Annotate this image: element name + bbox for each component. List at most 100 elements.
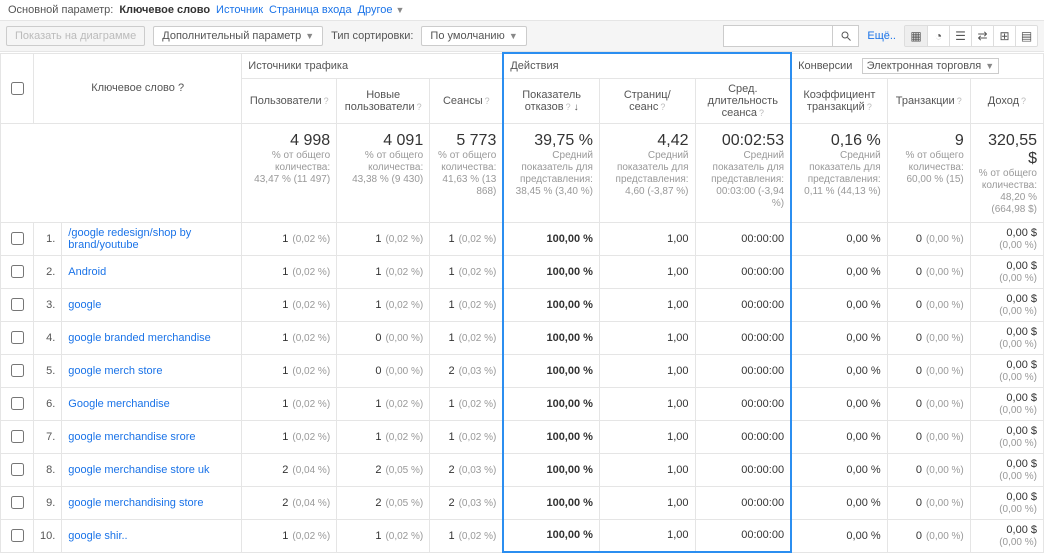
col-revenue[interactable]: Доход? xyxy=(970,78,1043,123)
row-checkbox[interactable] xyxy=(11,529,24,542)
keyword-cell: google shir.. xyxy=(62,519,242,552)
col-trans[interactable]: Транзакции? xyxy=(887,78,970,123)
cell-sessions: 2(0,03 %) xyxy=(430,354,504,387)
keyword-cell: Google merchandise xyxy=(62,387,242,420)
col-new-users[interactable]: Новые пользователи? xyxy=(337,78,430,123)
table-row: 3.google1(0,02 %)1(0,02 %)1(0,02 %)100,0… xyxy=(1,288,1044,321)
row-checkbox-cell xyxy=(1,354,34,387)
cell-users: 1(0,02 %) xyxy=(242,255,337,288)
row-checkbox[interactable] xyxy=(11,364,24,377)
secondary-dimension-label: Дополнительный параметр xyxy=(162,30,301,42)
cell-bounce: 100,00 % xyxy=(503,321,599,354)
primary-dimension[interactable]: Ключевое слово xyxy=(119,4,210,16)
search-button[interactable] xyxy=(833,25,859,47)
col-trans-rate[interactable]: Коэффициент транзакций? xyxy=(791,78,887,123)
chevron-down-icon: ▼ xyxy=(509,31,518,41)
col-sessions[interactable]: Сеансы? xyxy=(430,78,504,123)
sort-type-select[interactable]: По умолчанию ▼ xyxy=(421,26,526,46)
cell-pages: 1,00 xyxy=(599,354,695,387)
chevron-down-icon[interactable]: ▼ xyxy=(396,5,405,15)
sum-pages: 4,42Средний показатель для представления… xyxy=(599,123,695,222)
select-all-checkbox[interactable] xyxy=(11,82,24,95)
view-bars-icon[interactable]: ☰ xyxy=(949,26,971,46)
group-actions: Действия xyxy=(503,53,791,78)
help-icon[interactable]: ? xyxy=(485,96,490,106)
keyword-link[interactable]: Google merchandise xyxy=(68,398,170,410)
cell-pages: 1,00 xyxy=(599,288,695,321)
row-checkbox[interactable] xyxy=(11,265,24,278)
view-pivot-icon[interactable]: ⊞ xyxy=(993,26,1015,46)
view-table-icon[interactable]: ▦ xyxy=(905,26,927,46)
cell-new-users: 0(0,00 %) xyxy=(337,354,430,387)
cell-avg-dur: 00:00:00 xyxy=(695,519,791,552)
cell-trans: 0(0,00 %) xyxy=(887,321,970,354)
col-bounce[interactable]: Показатель отказов?↓ xyxy=(503,78,599,123)
help-icon[interactable]: ? xyxy=(324,96,329,106)
group-header-row: Ключевое слово ? Источники трафика Дейст… xyxy=(1,53,1044,78)
view-pie-icon[interactable]: ◔ xyxy=(927,26,949,46)
row-checkbox-cell xyxy=(1,222,34,255)
help-icon[interactable]: ? xyxy=(759,108,764,118)
plot-rows-button[interactable]: Показать на диаграмме xyxy=(6,26,145,46)
view-comparison-icon[interactable]: ⇄ xyxy=(971,26,993,46)
cell-new-users: 1(0,02 %) xyxy=(337,255,430,288)
keyword-link[interactable]: google branded merchandise xyxy=(68,332,211,344)
cell-revenue: 0,00 $(0,00 %) xyxy=(970,453,1043,486)
cell-users: 1(0,02 %) xyxy=(242,321,337,354)
keyword-link[interactable]: google merchandise store uk xyxy=(68,464,209,476)
view-cloud-icon[interactable]: ▤ xyxy=(1015,26,1037,46)
keyword-header[interactable]: Ключевое слово ? xyxy=(34,53,242,123)
row-checkbox[interactable] xyxy=(11,397,24,410)
help-icon[interactable]: ? xyxy=(660,102,665,112)
sum-users: 4 998% от общего количества:43,47 % (11 … xyxy=(242,123,337,222)
help-icon[interactable]: ? xyxy=(178,82,184,94)
keyword-link[interactable]: google merch store xyxy=(68,365,162,377)
sum-revenue: 320,55 $% от общего количества:48,20 % (… xyxy=(970,123,1043,222)
conversion-segment-select[interactable]: Электронная торговля ▼ xyxy=(862,58,1000,74)
help-icon[interactable]: ? xyxy=(566,102,571,112)
secondary-dimension-select[interactable]: Дополнительный параметр ▼ xyxy=(153,26,323,46)
row-checkbox[interactable] xyxy=(11,232,24,245)
col-pages[interactable]: Страниц/сеанс? xyxy=(599,78,695,123)
row-checkbox[interactable] xyxy=(11,298,24,311)
cell-trans: 0(0,00 %) xyxy=(887,222,970,255)
col-avg-duration[interactable]: Сред. длительность сеанса? xyxy=(695,78,791,123)
cell-users: 1(0,02 %) xyxy=(242,222,337,255)
cell-new-users: 1(0,02 %) xyxy=(337,387,430,420)
cell-trans: 0(0,00 %) xyxy=(887,387,970,420)
keyword-link[interactable]: Android xyxy=(68,266,106,278)
row-checkbox[interactable] xyxy=(11,496,24,509)
view-switcher: ▦ ◔ ☰ ⇄ ⊞ ▤ xyxy=(904,25,1038,47)
help-icon[interactable]: ? xyxy=(867,102,872,112)
row-index: 6. xyxy=(34,387,62,420)
row-index: 10. xyxy=(34,519,62,552)
cell-trans-rate: 0,00 % xyxy=(791,486,887,519)
cell-pages: 1,00 xyxy=(599,420,695,453)
cell-revenue: 0,00 $(0,00 %) xyxy=(970,387,1043,420)
search-input[interactable] xyxy=(723,25,833,47)
advanced-link[interactable]: Ещё.. xyxy=(867,30,896,42)
keyword-link[interactable]: google shir.. xyxy=(68,530,127,542)
cell-trans-rate: 0,00 % xyxy=(791,453,887,486)
cell-bounce: 100,00 % xyxy=(503,387,599,420)
table-search xyxy=(723,25,859,47)
help-icon[interactable]: ? xyxy=(417,102,422,112)
keyword-link[interactable]: google merchandising store xyxy=(68,497,203,509)
keyword-link[interactable]: /google redesign/shop by brand/youtube xyxy=(68,227,191,251)
row-checkbox[interactable] xyxy=(11,331,24,344)
keyword-link[interactable]: google merchandise srore xyxy=(68,431,195,443)
row-checkbox[interactable] xyxy=(11,463,24,476)
col-users[interactable]: Пользователи? xyxy=(242,78,337,123)
keyword-link[interactable]: google xyxy=(68,299,101,311)
row-checkbox[interactable] xyxy=(11,430,24,443)
help-icon[interactable]: ? xyxy=(1021,96,1026,106)
help-icon[interactable]: ? xyxy=(957,96,962,106)
cell-sessions: 1(0,02 %) xyxy=(430,255,504,288)
dim-link-source[interactable]: Источник xyxy=(216,4,263,16)
dim-link-other[interactable]: Другое xyxy=(358,4,393,16)
dim-link-landing[interactable]: Страница входа xyxy=(269,4,352,16)
cell-pages: 1,00 xyxy=(599,453,695,486)
table-row: 6.Google merchandise1(0,02 %)1(0,02 %)1(… xyxy=(1,387,1044,420)
cell-sessions: 1(0,02 %) xyxy=(430,321,504,354)
cell-trans: 0(0,00 %) xyxy=(887,288,970,321)
